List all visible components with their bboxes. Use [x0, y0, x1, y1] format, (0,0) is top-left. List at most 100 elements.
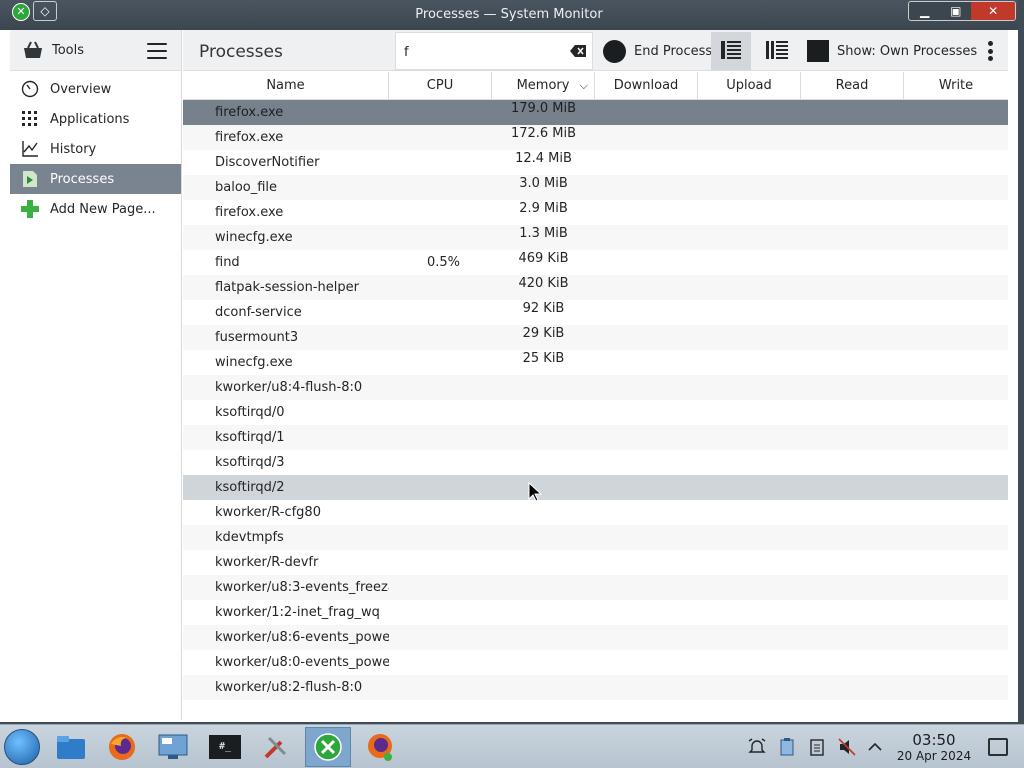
- sidebar-item-label: Add New Page...: [50, 201, 156, 217]
- control-panel-icon[interactable]: [150, 727, 196, 767]
- io-cells: [595, 175, 1008, 200]
- process-name-cell: winecfg.exe: [215, 355, 293, 370]
- clock-time: 03:50: [912, 731, 956, 749]
- memory-cell: [492, 671, 595, 696]
- gauge-icon: [20, 79, 40, 99]
- terminal-icon[interactable]: #_: [202, 727, 248, 767]
- table-row[interactable]: baloo_file 3.0 MiB: [183, 175, 1008, 200]
- table-row[interactable]: kworker/u8:0-events_power...: [183, 650, 1008, 675]
- process-name-cell: ksoftirqd/0: [215, 405, 285, 420]
- table-row[interactable]: kworker/u8:4-flush-8:0: [183, 375, 1008, 400]
- clock[interactable]: 03:50 20 Apr 2024: [894, 731, 974, 763]
- memory-cell: 29 KiB: [522, 326, 565, 341]
- memory-cell: [492, 496, 595, 521]
- process-name-cell: baloo_file: [215, 180, 278, 195]
- table-row[interactable]: winecfg.exe 1.3 MiB: [183, 225, 1008, 250]
- column-header-read[interactable]: Read: [801, 72, 904, 99]
- close-button[interactable]: ✕: [971, 2, 1015, 20]
- notifications-alarm-icon[interactable]: [748, 738, 766, 756]
- table-row[interactable]: ksoftirqd/3: [183, 450, 1008, 475]
- toolbar: Processes f End Process Show: Own Proces…: [183, 30, 1008, 71]
- table-row[interactable]: ksoftirqd/1: [183, 425, 1008, 450]
- table-row[interactable]: kworker/u8:3-events_freeza...: [183, 575, 1008, 600]
- table-row[interactable]: kworker/u8:2-flush-8:0: [183, 675, 1008, 700]
- process-name-cell: firefox.exe: [215, 105, 284, 120]
- file-manager-icon[interactable]: [48, 727, 94, 767]
- column-header-upload[interactable]: Upload: [698, 72, 801, 99]
- end-process-label: End Process: [634, 43, 713, 59]
- maximize-button[interactable]: ▣: [940, 2, 971, 20]
- table-row[interactable]: winecfg.exe 25 KiB: [183, 350, 1008, 375]
- sidebar-item-history[interactable]: History: [10, 134, 181, 164]
- taskbar: #_ 03:50 20 Apr 2024: [0, 724, 1024, 768]
- list-view-button[interactable]: [711, 32, 751, 70]
- sidebar-header: Tools: [10, 30, 181, 71]
- memory-cell: [492, 471, 595, 496]
- mouse-cursor-icon: [528, 482, 542, 502]
- io-cells: [595, 250, 1008, 275]
- table-row[interactable]: firefox.exe 172.6 MiB: [183, 125, 1008, 150]
- table-row[interactable]: ksoftirqd/2: [183, 475, 1008, 500]
- hamburger-menu-icon[interactable]: [147, 43, 167, 59]
- io-cells: [595, 150, 1008, 175]
- column-header-name[interactable]: Name: [183, 72, 389, 99]
- vault-icon[interactable]: [778, 738, 796, 756]
- end-process-button[interactable]: End Process: [603, 38, 712, 64]
- tray-expand-icon[interactable]: [866, 738, 884, 756]
- sidebar-item-add-new-page[interactable]: Add New Page...: [10, 194, 181, 224]
- table-row[interactable]: flatpak-session-helper 420 KiB: [183, 275, 1008, 300]
- process-name-cell: DiscoverNotifier: [215, 155, 320, 170]
- sidebar-item-processes[interactable]: Processes: [10, 164, 181, 194]
- column-header-cpu[interactable]: CPU: [389, 72, 492, 99]
- column-header-write[interactable]: Write: [904, 72, 1008, 99]
- more-options-icon[interactable]: [988, 41, 994, 61]
- table-row[interactable]: kdevtmpfs: [183, 525, 1008, 550]
- table-row[interactable]: ksoftirqd/0: [183, 400, 1008, 425]
- column-header-download[interactable]: Download: [595, 72, 698, 99]
- table-row[interactable]: kworker/u8:6-events_power...: [183, 625, 1008, 650]
- process-name-cell: kworker/R-devfr: [215, 555, 319, 570]
- table-row[interactable]: firefox.exe 2.9 MiB: [183, 200, 1008, 225]
- page-title: Processes: [199, 42, 283, 62]
- table-row[interactable]: firefox.exe 179.0 MiB: [183, 100, 1008, 125]
- table-row[interactable]: fusermount3 29 KiB: [183, 325, 1008, 350]
- tree-view-button[interactable]: [757, 32, 797, 70]
- tools-icon[interactable]: [253, 727, 299, 767]
- table-row[interactable]: kworker/R-cfg80: [183, 500, 1008, 525]
- table-row[interactable]: find 0.5% 469 KiB: [183, 250, 1008, 275]
- firefox-icon[interactable]: [99, 727, 145, 767]
- sidebar-header-label: Tools: [52, 42, 85, 58]
- search-input[interactable]: f: [395, 32, 593, 70]
- tools-basket-icon: [22, 40, 44, 60]
- cpu-cell: [389, 325, 492, 350]
- table-row[interactable]: kworker/1:2-inet_frag_wq: [183, 600, 1008, 625]
- memory-cell: [492, 546, 595, 571]
- process-name-cell: winecfg.exe: [215, 230, 293, 245]
- start-orb-icon[interactable]: [4, 729, 40, 765]
- table-row[interactable]: dconf-service 92 KiB: [183, 300, 1008, 325]
- sidebar-item-applications[interactable]: Applications: [10, 104, 181, 134]
- sidebar-item-overview[interactable]: Overview: [10, 74, 181, 104]
- window-controls: ▁ ▣ ✕: [908, 1, 1016, 21]
- show-desktop-icon[interactable]: [988, 738, 1008, 756]
- io-cells: [595, 650, 1008, 675]
- firefox-private-icon[interactable]: [357, 727, 403, 767]
- table-row[interactable]: DiscoverNotifier 12.4 MiB: [183, 150, 1008, 175]
- terminal-glyph: #_: [209, 735, 241, 759]
- cpu-cell: [389, 400, 492, 425]
- process-name-cell: kworker/u8:2-flush-8:0: [215, 680, 363, 695]
- io-cells: [595, 550, 1008, 575]
- clear-search-icon[interactable]: [570, 45, 586, 57]
- minimize-button[interactable]: ▁: [909, 2, 940, 20]
- system-monitor-icon[interactable]: [305, 727, 351, 767]
- clipboard-icon[interactable]: [808, 738, 826, 756]
- cpu-cell: [389, 450, 492, 475]
- table-row[interactable]: kworker/R-devfr: [183, 550, 1008, 575]
- show-processes-filter[interactable]: Show: Own Processes: [807, 38, 977, 64]
- volume-muted-icon[interactable]: [838, 738, 856, 756]
- cpu-cell: [389, 225, 492, 250]
- title-bar[interactable]: ✕ ◇ Processes — System Monitor ▁ ▣ ✕: [0, 0, 1018, 30]
- cpu-cell: [389, 350, 492, 375]
- io-cells: [595, 300, 1008, 325]
- column-header-memory[interactable]: Memory ⌵: [492, 72, 595, 99]
